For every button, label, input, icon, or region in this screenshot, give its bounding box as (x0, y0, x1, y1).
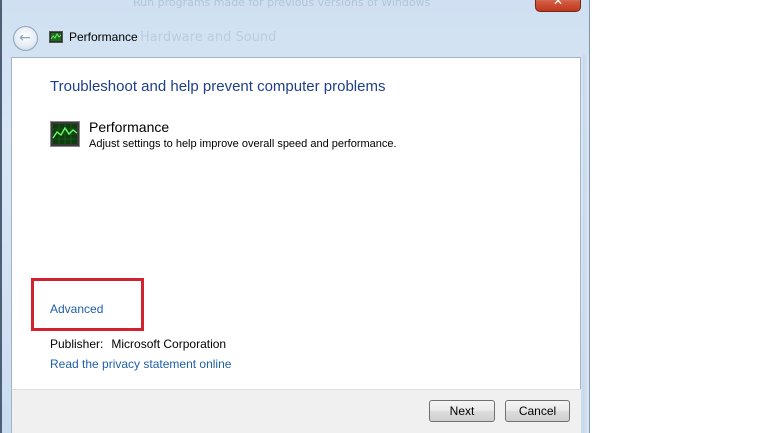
close-icon: ✕ (552, 0, 564, 8)
next-button[interactable]: Next (429, 400, 495, 422)
privacy-link[interactable]: Read the privacy statement online (50, 357, 231, 371)
window-border (583, 55, 589, 433)
performance-icon (49, 31, 63, 43)
publisher-value: Microsoft Corporation (111, 337, 227, 351)
footer-bar (11, 389, 581, 433)
advanced-link[interactable]: Advanced (50, 302, 103, 316)
close-button[interactable]: ✕ (535, 0, 581, 12)
back-button[interactable]: ← (13, 26, 38, 51)
item-description: Adjust settings to help improve overall … (89, 138, 397, 150)
cancel-button[interactable]: Cancel (505, 400, 570, 422)
background-window-text: Run programs made for previous versions … (133, 0, 431, 9)
window-edge (0, 0, 2, 433)
item-title[interactable]: Performance (89, 119, 169, 135)
background-window-text: Hardware and Sound (140, 30, 277, 45)
performance-monitor-icon (50, 121, 80, 147)
window-title: Performance (69, 30, 138, 44)
publisher-label: Publisher: (50, 337, 104, 351)
page-title: Troubleshoot and help prevent computer p… (50, 78, 386, 95)
publisher-info: Publisher: Microsoft Corporation (50, 337, 226, 351)
back-arrow-icon: ← (19, 30, 31, 46)
